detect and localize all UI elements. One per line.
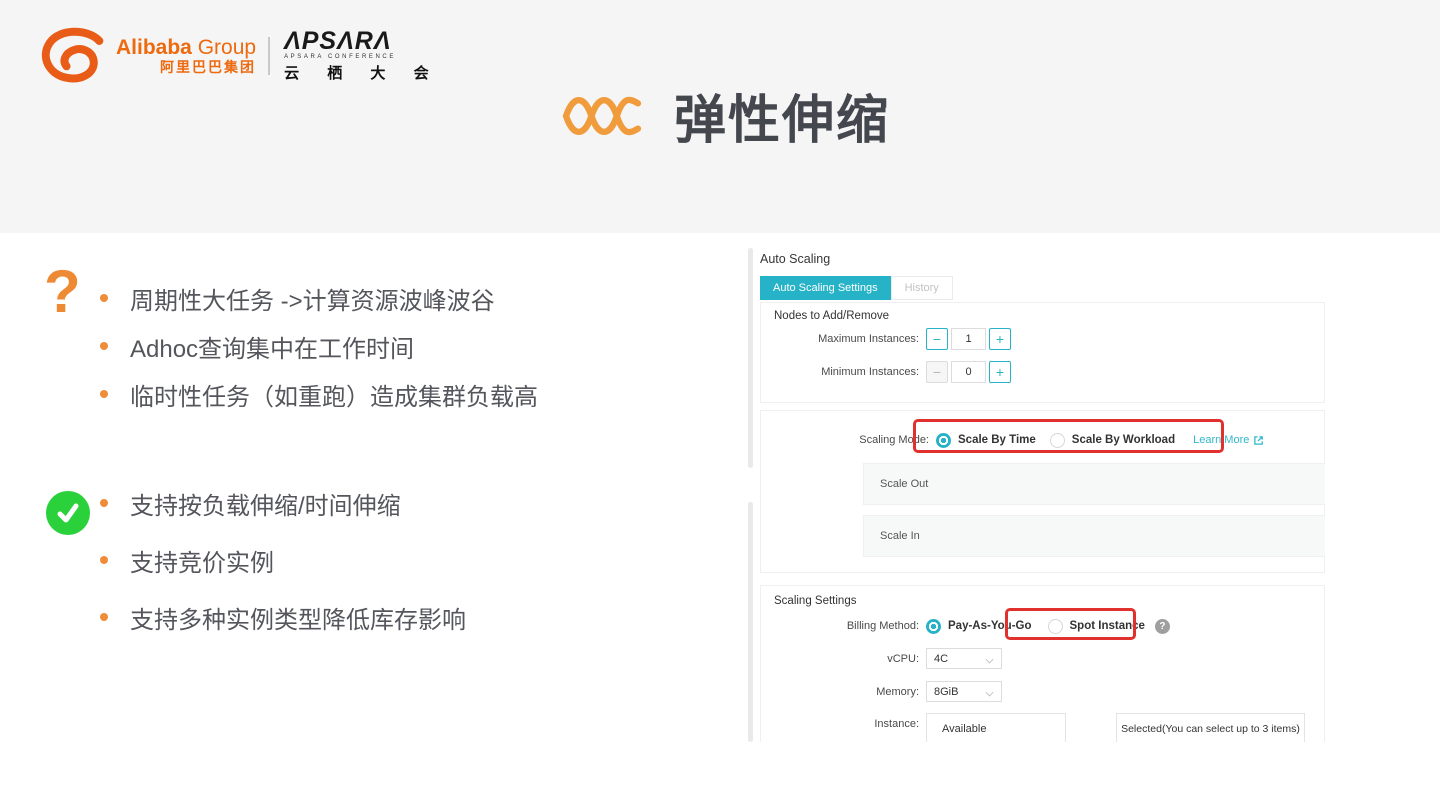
capability-text: 支持多种实例类型降低库存影响 <box>130 606 466 634</box>
list-item: 支持竞价实例 <box>100 546 466 577</box>
max-instances-stepper: − 1 + <box>926 328 1011 350</box>
list-item: 临时性任务（如重跑）造成集群负载高 <box>100 380 538 411</box>
console-page-title: Auto Scaling <box>760 252 831 266</box>
logo-divider <box>268 37 271 75</box>
scrollbar-thumb[interactable] <box>748 248 753 468</box>
list-item: Adhoc查询集中在工作时间 <box>100 332 538 363</box>
max-instances-label: Maximum Instances: <box>818 333 919 345</box>
alibaba-wordmark-light: Group <box>197 36 257 59</box>
apsara-logo: ΛPSΛRΛ APSARA CONFERENCE 云 栖 大 会 <box>284 29 441 83</box>
apsara-wordmark: ΛPSΛRΛ <box>284 27 392 55</box>
bullet-dot-icon <box>100 342 108 350</box>
memory-select[interactable]: 8GiB <box>926 681 1002 702</box>
billing-method-label: Billing Method: <box>846 620 919 632</box>
alibaba-group-wordmark: Alibaba Group <box>116 37 256 59</box>
highlight-scaling-mode <box>913 419 1224 453</box>
nodes-section: Nodes to Add/Remove Maximum Instances: −… <box>760 302 1325 403</box>
logo-row: Alibaba Group 阿里巴巴集团 ΛPSΛRΛ APSARA CONFE… <box>38 26 441 86</box>
available-box-label: Available <box>942 723 987 735</box>
min-instances-value[interactable]: 0 <box>951 361 986 383</box>
pain-points-list: 周期性大任务 ->计算资源波峰波谷 Adhoc查询集中在工作时间 临时性任务（如… <box>100 284 538 428</box>
min-instances-row: Minimum Instances: − 0 + <box>761 361 1011 383</box>
minus-button[interactable]: − <box>926 361 948 383</box>
instance-row: Instance: <box>761 716 919 732</box>
help-icon[interactable]: ? <box>1154 618 1170 634</box>
vcpu-value: 4C <box>934 652 949 665</box>
tab-auto-scaling-settings[interactable]: Auto Scaling Settings <box>760 276 891 300</box>
radio-pay-as-you-go[interactable] <box>926 618 941 634</box>
chevron-down-icon <box>986 655 994 663</box>
alibaba-logo-icon <box>41 27 104 83</box>
available-instances-box[interactable]: Available <box>926 713 1066 742</box>
bullet-dot-icon <box>100 556 108 564</box>
slide-title-row: 弹性伸缩 <box>0 78 1440 153</box>
memory-value: 8GiB <box>934 685 959 698</box>
memory-row: Memory: 8GiB <box>761 681 1002 702</box>
vcpu-select[interactable]: 4C <box>926 648 1002 669</box>
bullet-dot-icon <box>100 613 108 621</box>
alibaba-logo-text: Alibaba Group 阿里巴巴集团 <box>116 37 256 76</box>
capability-text: 支持竞价实例 <box>130 549 274 577</box>
plus-button[interactable]: + <box>989 361 1011 383</box>
minus-button[interactable]: − <box>926 328 948 350</box>
instance-label: Instance: <box>874 718 919 730</box>
selected-instances-box[interactable]: Selected(You can select up to 3 items) <box>1116 713 1305 742</box>
scaling-settings-heading: Scaling Settings <box>774 595 857 607</box>
max-instances-value[interactable]: 1 <box>951 328 986 350</box>
bullet-dot-icon <box>100 499 108 507</box>
bullet-dot-icon <box>100 294 108 302</box>
external-link-icon <box>1254 435 1264 445</box>
list-item: 支持多种实例类型降低库存影响 <box>100 603 466 634</box>
list-item: 周期性大任务 ->计算资源波峰波谷 <box>100 284 538 315</box>
pain-point-text: Adhoc查询集中在工作时间 <box>130 335 415 363</box>
alibaba-wordmark-cn: 阿里巴巴集团 <box>160 59 256 75</box>
vcpu-label: vCPU: <box>887 652 919 665</box>
list-item: 支持按负载伸缩/时间伸缩 <box>100 489 466 520</box>
highlight-spot-instance <box>1005 608 1136 640</box>
page-title: 弹性伸缩 <box>673 92 890 150</box>
auto-scaling-console-screenshot: Auto Scaling Auto Scaling Settings Histo… <box>745 238 1325 742</box>
nodes-section-heading: Nodes to Add/Remove <box>774 310 890 322</box>
pain-point-text: 周期性大任务 ->计算资源波峰波谷 <box>130 287 495 315</box>
elastic-wave-icon <box>562 96 642 135</box>
tab-history[interactable]: History <box>890 276 953 300</box>
selected-box-label: Selected(You can select up to 3 items) <box>1121 723 1300 735</box>
max-instances-row: Maximum Instances: − 1 + <box>761 328 1011 350</box>
plus-button[interactable]: + <box>989 328 1011 350</box>
scrollbar-thumb[interactable] <box>748 502 753 742</box>
scale-in-label: Scale In <box>880 530 920 542</box>
question-mark-icon: ? <box>44 258 81 325</box>
presentation-slide: Alibaba Group 阿里巴巴集团 ΛPSΛRΛ APSARA CONFE… <box>0 0 1440 810</box>
memory-label: Memory: <box>876 685 919 698</box>
capabilities-list: 支持按负载伸缩/时间伸缩 支持竞价实例 支持多种实例类型降低库存影响 <box>100 489 466 660</box>
capability-text: 支持按负载伸缩/时间伸缩 <box>130 492 401 520</box>
min-instances-label: Minimum Instances: <box>821 366 919 378</box>
chevron-down-icon <box>986 688 994 696</box>
bullet-dot-icon <box>100 390 108 398</box>
pain-point-text: 临时性任务（如重跑）造成集群负载高 <box>130 383 538 411</box>
scale-in-panel: Scale In <box>863 515 1325 557</box>
vcpu-row: vCPU: 4C <box>761 648 1002 669</box>
scale-out-label: Scale Out <box>880 478 929 490</box>
alibaba-wordmark-bold: Alibaba <box>116 36 192 59</box>
apsara-subtitle: APSARA CONFERENCE <box>284 54 396 60</box>
console-tabs: Auto Scaling Settings History <box>760 276 953 300</box>
scaling-mode-label: Scaling Mode: <box>859 434 929 446</box>
scale-out-panel: Scale Out <box>863 463 1325 505</box>
checkmark-glyph <box>57 503 79 523</box>
checkmark-icon <box>46 491 90 535</box>
min-instances-stepper: − 0 + <box>926 361 1011 383</box>
